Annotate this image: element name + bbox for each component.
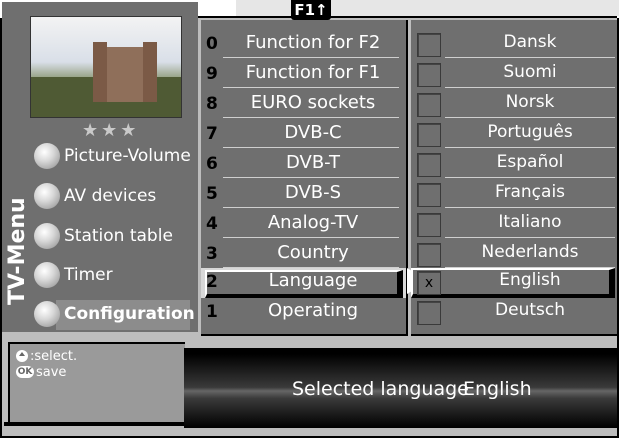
language-item-dansk[interactable]: Dansk bbox=[411, 30, 617, 60]
item-label: DVB-T bbox=[285, 152, 341, 173]
language-label: Dansk bbox=[503, 32, 557, 52]
config-item-language[interactable]: 2 Language bbox=[201, 268, 406, 298]
language-item-norsk[interactable]: Norsk bbox=[411, 90, 617, 120]
menu-item-station-table[interactable]: Station table bbox=[34, 221, 173, 251]
tv-menu-panel: ★★★ TV-Menu Picture-Volume AV devices St… bbox=[2, 2, 198, 332]
language-label: Deutsch bbox=[495, 300, 565, 320]
item-label: Analog-TV bbox=[267, 212, 359, 233]
help-base-bar bbox=[4, 422, 184, 426]
ball-icon bbox=[34, 262, 60, 288]
language-item-italiano[interactable]: Italiano bbox=[411, 210, 617, 240]
config-item-dvb-t[interactable]: 6 DVB-T bbox=[201, 150, 406, 180]
help-box: :select. OK save bbox=[8, 342, 185, 426]
item-label: DVB-S bbox=[284, 182, 342, 203]
top-divider bbox=[195, 16, 617, 18]
item-label: Function for F1 bbox=[245, 62, 381, 83]
checkbox[interactable] bbox=[417, 301, 441, 325]
ball-icon bbox=[34, 301, 60, 327]
language-label: Español bbox=[496, 152, 564, 172]
language-list: Dansk Suomi Norsk Português Español Fran… bbox=[411, 20, 619, 336]
item-label: DVB-C bbox=[284, 122, 342, 143]
checkbox[interactable] bbox=[417, 33, 441, 57]
tv-preview-image bbox=[30, 16, 182, 118]
help-save-row: OK save bbox=[16, 364, 185, 380]
menu-item-label: Timer bbox=[64, 265, 113, 285]
language-label: Suomi bbox=[503, 62, 557, 82]
checkbox[interactable] bbox=[417, 213, 441, 237]
checkbox[interactable]: x bbox=[417, 271, 441, 295]
language-label: Français bbox=[494, 182, 566, 202]
language-item-suomi[interactable]: Suomi bbox=[411, 60, 617, 90]
checkbox[interactable] bbox=[417, 153, 441, 177]
menu-item-av-devices[interactable]: AV devices bbox=[34, 181, 156, 211]
menu-item-label: Configuration bbox=[64, 304, 195, 324]
menu-item-label: AV devices bbox=[64, 186, 157, 206]
item-number: 2 bbox=[206, 272, 218, 292]
item-label: Function for F2 bbox=[245, 32, 381, 53]
config-item-function-f2[interactable]: 0 Function for F2 bbox=[201, 30, 406, 60]
f1-label: F1 bbox=[294, 1, 316, 19]
language-label: English bbox=[499, 270, 561, 290]
item-label: Country bbox=[277, 242, 349, 263]
menu-item-label: Station table bbox=[64, 226, 173, 246]
item-number: 6 bbox=[206, 154, 218, 174]
item-number: 7 bbox=[206, 124, 218, 144]
language-label: Português bbox=[487, 122, 573, 142]
status-value: English bbox=[463, 378, 532, 400]
checkbox[interactable] bbox=[417, 93, 441, 117]
language-label: Italiano bbox=[498, 212, 562, 232]
language-item-english[interactable]: x English bbox=[411, 268, 617, 298]
checkbox[interactable] bbox=[417, 123, 441, 147]
item-number: 3 bbox=[206, 244, 218, 264]
config-item-operating[interactable]: 1 Operating bbox=[201, 298, 406, 328]
ok-icon: OK bbox=[16, 366, 34, 378]
item-label: Operating bbox=[268, 300, 358, 321]
menu-item-timer[interactable]: Timer bbox=[34, 260, 113, 290]
menu-item-picture-volume[interactable]: Picture-Volume bbox=[34, 141, 191, 171]
item-number: 1 bbox=[206, 302, 218, 322]
item-label: Language bbox=[268, 270, 358, 291]
config-item-function-f1[interactable]: 9 Function for F1 bbox=[201, 60, 406, 90]
config-item-analog-tv[interactable]: 4 Analog-TV bbox=[201, 210, 406, 240]
f1-badge: F1↑ bbox=[291, 0, 331, 20]
status-bar: Selected language English bbox=[184, 354, 617, 428]
item-number: 4 bbox=[206, 214, 218, 234]
checkbox[interactable] bbox=[417, 183, 441, 207]
language-item-portugues[interactable]: Português bbox=[411, 120, 617, 150]
config-item-dvb-s[interactable]: 5 DVB-S bbox=[201, 180, 406, 210]
language-item-espanol[interactable]: Español bbox=[411, 150, 617, 180]
configuration-menu: 0 Function for F2 9 Function for F1 8 EURO … bbox=[201, 20, 408, 336]
help-select-row: :select. bbox=[16, 348, 185, 364]
language-item-francais[interactable]: Français bbox=[411, 180, 617, 210]
checkbox[interactable] bbox=[417, 63, 441, 87]
tv-menu-vertical-title: TV-Menu bbox=[2, 157, 32, 307]
checkbox[interactable] bbox=[417, 243, 441, 267]
ball-icon bbox=[34, 143, 60, 169]
config-item-euro-sockets[interactable]: 8 EURO sockets bbox=[201, 90, 406, 120]
ball-icon bbox=[34, 223, 60, 249]
language-item-deutsch[interactable]: Deutsch bbox=[411, 298, 617, 328]
menu-item-configuration[interactable]: Configuration bbox=[34, 299, 195, 329]
arrow-up-icon: ↑ bbox=[315, 1, 328, 19]
tv-menu-title-text: TV-Menu bbox=[5, 197, 30, 305]
menu-item-label: Picture-Volume bbox=[64, 146, 191, 166]
language-label: Nederlands bbox=[481, 242, 579, 262]
item-number: 0 bbox=[206, 34, 218, 54]
config-item-dvb-c[interactable]: 7 DVB-C bbox=[201, 120, 406, 150]
ball-icon bbox=[34, 183, 60, 209]
language-label: Norsk bbox=[505, 92, 555, 112]
help-select-text: :select. bbox=[30, 348, 78, 364]
item-number: 9 bbox=[206, 64, 218, 84]
up-down-arrow-icon bbox=[16, 350, 28, 362]
item-number: 5 bbox=[206, 184, 218, 204]
status-label: Selected language bbox=[292, 378, 469, 400]
language-item-nederlands[interactable]: Nederlands bbox=[411, 240, 617, 270]
item-number: 8 bbox=[206, 94, 218, 114]
item-label: EURO sockets bbox=[250, 92, 376, 113]
help-save-text: save bbox=[36, 364, 67, 380]
rating-stars: ★★★ bbox=[82, 120, 140, 141]
config-item-country[interactable]: 3 Country bbox=[201, 240, 406, 270]
